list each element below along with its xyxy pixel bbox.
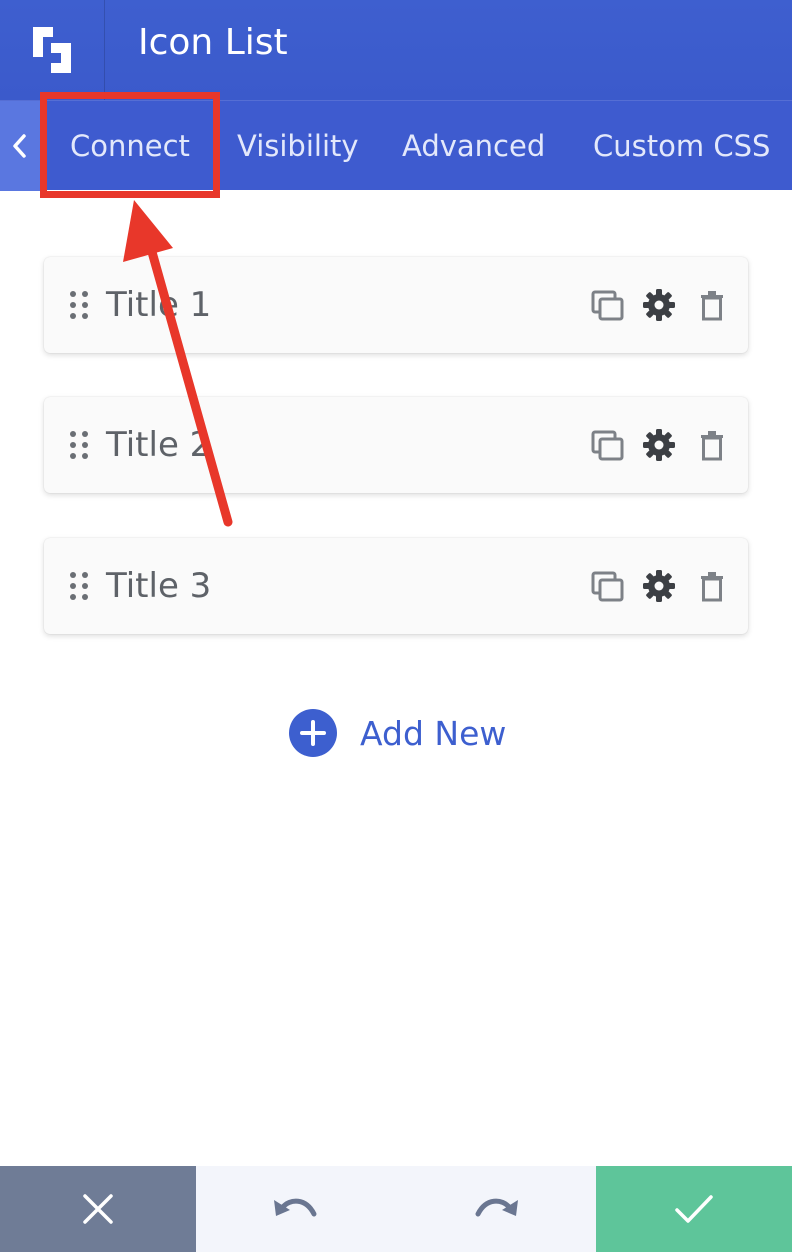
trash-icon[interactable] — [694, 568, 730, 604]
footer-bar — [0, 1166, 792, 1252]
gear-icon[interactable] — [641, 568, 677, 604]
undo-button[interactable] — [196, 1166, 396, 1252]
panel-title: Icon List — [138, 22, 288, 63]
tab-visibility[interactable]: Visibility — [237, 101, 359, 191]
redo-icon — [475, 1198, 518, 1217]
drag-handle-icon[interactable] — [68, 430, 90, 460]
drag-handle-icon[interactable] — [68, 290, 90, 320]
drag-handle-icon[interactable] — [68, 571, 90, 601]
gear-icon[interactable] — [641, 287, 677, 323]
list-item-title: Title 2 — [106, 425, 212, 465]
tab-advanced[interactable]: Advanced — [402, 101, 545, 191]
undo-icon — [274, 1198, 317, 1217]
list-item-title: Title 3 — [106, 566, 212, 606]
duplicate-icon[interactable] — [590, 427, 626, 463]
panel-header: Icon List — [0, 0, 792, 100]
trash-icon[interactable] — [694, 427, 730, 463]
cancel-button[interactable] — [0, 1166, 196, 1252]
highlight-box-annotation — [40, 92, 220, 198]
chevron-left-icon — [13, 134, 26, 158]
close-icon — [83, 1194, 113, 1224]
beaver-builder-logo-icon — [33, 27, 71, 73]
logo[interactable] — [0, 0, 105, 100]
tab-scroll-back-button[interactable] — [0, 101, 40, 191]
redo-button[interactable] — [396, 1166, 596, 1252]
plus-circle-icon — [289, 709, 337, 757]
check-icon — [675, 1195, 713, 1223]
list-item[interactable]: Title 2 — [44, 397, 748, 493]
list-item[interactable]: Title 3 — [44, 538, 748, 634]
add-new-button[interactable]: Add New — [288, 708, 506, 758]
duplicate-icon[interactable] — [590, 287, 626, 323]
list-item[interactable]: Title 1 — [44, 257, 748, 353]
save-button[interactable] — [596, 1166, 792, 1252]
trash-icon[interactable] — [694, 287, 730, 323]
add-new-label: Add New — [360, 713, 507, 753]
gear-icon[interactable] — [641, 427, 677, 463]
tab-custom-css[interactable]: Custom CSS — [593, 101, 770, 191]
duplicate-icon[interactable] — [590, 568, 626, 604]
list-item-title: Title 1 — [106, 285, 212, 325]
